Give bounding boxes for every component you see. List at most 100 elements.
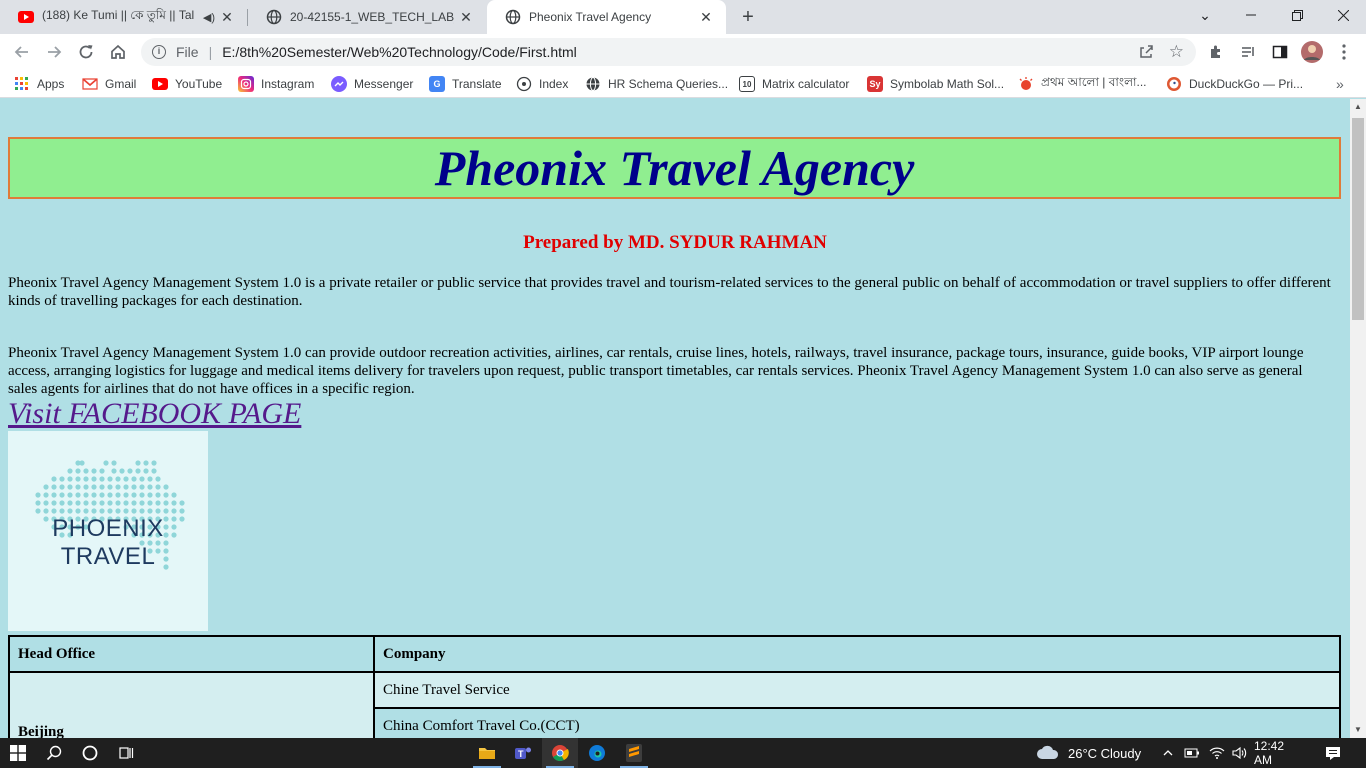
apps-grid-icon bbox=[14, 76, 30, 92]
battery-icon[interactable] bbox=[1180, 738, 1204, 768]
task-view-icon[interactable] bbox=[108, 738, 144, 768]
table-header-row: Head Office Company bbox=[8, 635, 1341, 673]
bookmark-star-icon[interactable]: ☆ bbox=[1169, 42, 1184, 62]
scroll-thumb[interactable] bbox=[1352, 118, 1364, 320]
bookmark-youtube[interactable]: YouTube bbox=[152, 75, 222, 93]
close-window-button[interactable] bbox=[1320, 0, 1366, 30]
page-scrollbar[interactable]: ▲ ▼ bbox=[1350, 99, 1366, 738]
share-icon[interactable] bbox=[1138, 43, 1154, 62]
intro-paragraph: Pheonix Travel Agency Management System … bbox=[8, 275, 1331, 309]
bookmark-label: HR Schema Queries... bbox=[608, 77, 729, 91]
prothom-alo-icon bbox=[1018, 76, 1034, 92]
tab-search-icon[interactable]: ⌄ bbox=[1182, 0, 1228, 30]
bookmark-label: প্রথম আলো | বাংলা... bbox=[1041, 75, 1147, 89]
minimize-button[interactable] bbox=[1228, 0, 1274, 30]
tab-youtube[interactable]: (188) Ke Tumi || কে তুমি || Tal ◀) ✕ bbox=[0, 0, 247, 34]
bookmark-prothom-alo[interactable]: প্রথম আলো | বাংলা... bbox=[1018, 75, 1147, 93]
svg-text:T: T bbox=[518, 749, 524, 759]
close-tab-icon[interactable]: ✕ bbox=[698, 9, 714, 25]
search-icon[interactable] bbox=[36, 738, 72, 768]
bookmark-label: YouTube bbox=[175, 77, 223, 91]
bookmark-apps[interactable]: Apps bbox=[14, 75, 64, 93]
company-cell: China Comfort Travel Co.(CCT) bbox=[373, 707, 1341, 738]
reload-button[interactable] bbox=[72, 38, 100, 66]
extensions-icon[interactable] bbox=[1202, 38, 1230, 66]
office-city: Beijing bbox=[8, 671, 375, 738]
messenger-icon bbox=[331, 76, 347, 92]
globe-icon bbox=[585, 76, 601, 92]
facebook-page-link[interactable]: Visit FACEBOOK PAGE bbox=[8, 397, 301, 431]
tab-lab[interactable]: 20-42155-1_WEB_TECH_LAB_1.ht ✕ bbox=[248, 0, 486, 34]
table-header: Company bbox=[373, 635, 1341, 673]
bookmark-gmail[interactable]: Gmail bbox=[82, 75, 136, 93]
restore-button[interactable] bbox=[1274, 0, 1320, 30]
more-bookmarks-icon[interactable]: » bbox=[1336, 75, 1344, 93]
windows-start-icon[interactable] bbox=[0, 738, 36, 768]
youtube-icon bbox=[18, 9, 34, 25]
weather-text: 26°C Cloudy bbox=[1068, 745, 1142, 761]
volume-icon[interactable] bbox=[1228, 738, 1250, 768]
home-button[interactable] bbox=[104, 38, 132, 66]
bookmark-hr-schema[interactable]: HR Schema Queries... bbox=[585, 75, 728, 93]
notifications-icon[interactable] bbox=[1318, 738, 1348, 768]
forward-button[interactable] bbox=[40, 38, 68, 66]
address-scheme: File bbox=[176, 44, 199, 60]
reading-list-icon[interactable] bbox=[1234, 38, 1262, 66]
index-icon bbox=[516, 76, 532, 92]
show-hidden-icons-icon[interactable] bbox=[1158, 738, 1178, 768]
address-bar[interactable]: i File | E:/8th%20Semester/Web%20Technol… bbox=[141, 38, 1196, 66]
weather-widget[interactable]: 26°C Cloudy bbox=[1036, 738, 1141, 768]
address-url: E:/8th%20Semester/Web%20Technology/Code/… bbox=[222, 44, 577, 60]
tab-pheonix[interactable]: Pheonix Travel Agency ✕ bbox=[487, 0, 726, 34]
tab-title: 20-42155-1_WEB_TECH_LAB_1.ht bbox=[290, 10, 454, 24]
tab-title: (188) Ke Tumi || কে তুমি || Tal bbox=[42, 8, 195, 22]
bookmark-messenger[interactable]: Messenger bbox=[331, 75, 413, 93]
bookmark-translate[interactable]: G Translate bbox=[429, 75, 502, 93]
table-row: Beijing Chine Travel Service bbox=[8, 671, 1341, 738]
cortana-icon[interactable] bbox=[72, 738, 108, 768]
edge-icon[interactable] bbox=[579, 738, 615, 768]
logo-text: PHOENIX TRAVEL bbox=[52, 515, 164, 570]
globe-icon bbox=[505, 9, 521, 25]
bookmark-index[interactable]: Index bbox=[516, 75, 568, 93]
windows-taskbar: T 26°C Cloudy 12:42 AM bbox=[0, 738, 1366, 768]
close-tab-icon[interactable]: ✕ bbox=[458, 9, 474, 25]
bookmark-instagram[interactable]: Instagram bbox=[238, 75, 314, 93]
phoenix-travel-logo: PHOENIX TRAVEL bbox=[8, 431, 208, 631]
bookmark-symbolab[interactable]: Sy Symbolab Math Sol... bbox=[867, 75, 1004, 93]
bookmark-label: Symbolab Math Sol... bbox=[890, 77, 1005, 91]
back-button[interactable] bbox=[8, 38, 36, 66]
cloud-icon bbox=[1036, 744, 1060, 763]
speaker-icon[interactable]: ◀) bbox=[203, 11, 215, 24]
file-explorer-icon[interactable] bbox=[469, 738, 505, 768]
office-table: Head Office Company Beijing Chine Travel… bbox=[8, 635, 1341, 738]
bookmark-label: Index bbox=[539, 77, 569, 91]
wifi-icon[interactable] bbox=[1206, 738, 1228, 768]
side-panel-icon[interactable] bbox=[1266, 38, 1294, 66]
bookmarks-bar: Apps Gmail YouTube Instagram Messenger G… bbox=[0, 70, 1366, 98]
bookmark-duckduckgo[interactable]: DuckDuckGo — Pri... bbox=[1166, 75, 1303, 93]
bookmark-label: Translate bbox=[452, 77, 502, 91]
page-content: Pheonix Travel Agency Prepared by MD. SY… bbox=[0, 99, 1350, 738]
bookmark-label: Matrix calculator bbox=[762, 77, 850, 91]
address-divider: | bbox=[208, 44, 213, 60]
sublime-text-icon[interactable] bbox=[616, 738, 652, 768]
page-title: Pheonix Travel Agency bbox=[434, 140, 915, 196]
chrome-icon[interactable] bbox=[542, 738, 578, 768]
menu-kebab-icon[interactable] bbox=[1330, 38, 1358, 66]
new-tab-button[interactable]: + bbox=[736, 5, 760, 29]
clock[interactable]: 12:42 AM bbox=[1254, 738, 1304, 768]
tab-title: Pheonix Travel Agency bbox=[529, 10, 652, 24]
bookmark-label: Gmail bbox=[105, 77, 137, 91]
bookmark-label: DuckDuckGo — Pri... bbox=[1189, 77, 1304, 91]
scroll-down-arrow-icon[interactable]: ▼ bbox=[1350, 722, 1366, 738]
header-banner: Pheonix Travel Agency bbox=[8, 137, 1341, 199]
bookmark-matrix-calculator[interactable]: 10 Matrix calculator bbox=[739, 75, 849, 93]
globe-icon bbox=[266, 9, 282, 25]
teams-icon[interactable]: T bbox=[505, 738, 541, 768]
site-info-icon[interactable]: i bbox=[152, 45, 166, 59]
youtube-icon bbox=[152, 76, 168, 92]
close-tab-icon[interactable]: ✕ bbox=[219, 9, 235, 25]
profile-avatar[interactable] bbox=[1298, 38, 1326, 66]
scroll-up-arrow-icon[interactable]: ▲ bbox=[1350, 99, 1366, 115]
